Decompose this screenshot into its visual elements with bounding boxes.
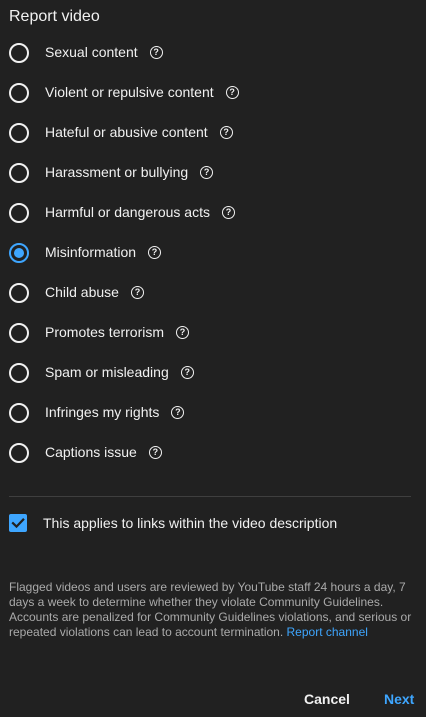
option-infringes-rights[interactable]: Infringes my rights ? bbox=[0, 393, 426, 433]
option-label: Harassment or bullying bbox=[45, 164, 189, 180]
help-icon[interactable]: ? bbox=[225, 85, 239, 99]
report-video-dialog: Report video Sexual content ? Violent or… bbox=[0, 0, 426, 717]
radio-button[interactable] bbox=[9, 163, 29, 183]
divider bbox=[9, 496, 411, 497]
radio-button[interactable] bbox=[9, 243, 29, 263]
help-icon[interactable]: ? bbox=[180, 365, 194, 379]
option-captions-issue[interactable]: Captions issue ? bbox=[0, 433, 426, 473]
option-label: Misinformation bbox=[45, 244, 137, 260]
option-hateful-content[interactable]: Hateful or abusive content ? bbox=[0, 113, 426, 153]
option-terrorism[interactable]: Promotes terrorism ? bbox=[0, 313, 426, 353]
checkbox[interactable] bbox=[9, 514, 27, 532]
dialog-title: Report video bbox=[9, 8, 100, 25]
option-label: Harmful or dangerous acts bbox=[45, 204, 210, 220]
help-icon[interactable]: ? bbox=[148, 445, 162, 459]
checkbox-label: This applies to links within the video d… bbox=[43, 515, 338, 531]
radio-button[interactable] bbox=[9, 323, 29, 343]
links-checkbox-row[interactable]: This applies to links within the video d… bbox=[9, 513, 337, 533]
help-icon[interactable]: ? bbox=[176, 325, 190, 339]
option-harmful-acts[interactable]: Harmful or dangerous acts ? bbox=[0, 193, 426, 233]
option-label: Spam or misleading bbox=[45, 364, 169, 380]
next-button[interactable]: Next bbox=[384, 690, 414, 708]
radio-button[interactable] bbox=[9, 403, 29, 423]
report-channel-link[interactable]: Report channel bbox=[287, 625, 368, 639]
option-label: Sexual content bbox=[45, 44, 138, 60]
radio-button[interactable] bbox=[9, 283, 29, 303]
help-icon[interactable]: ? bbox=[200, 165, 214, 179]
radio-button[interactable] bbox=[9, 83, 29, 103]
option-sexual-content[interactable]: Sexual content ? bbox=[0, 33, 426, 73]
option-spam[interactable]: Spam or misleading ? bbox=[0, 353, 426, 393]
help-icon[interactable]: ? bbox=[130, 285, 144, 299]
disclaimer-text: Flagged videos and users are reviewed by… bbox=[9, 580, 417, 640]
option-label: Hateful or abusive content bbox=[45, 124, 208, 140]
help-icon[interactable]: ? bbox=[219, 125, 233, 139]
radio-button[interactable] bbox=[9, 363, 29, 383]
option-label: Child abuse bbox=[45, 284, 119, 300]
option-child-abuse[interactable]: Child abuse ? bbox=[0, 273, 426, 313]
radio-button[interactable] bbox=[9, 443, 29, 463]
radio-button[interactable] bbox=[9, 43, 29, 63]
radio-button[interactable] bbox=[9, 123, 29, 143]
option-misinformation[interactable]: Misinformation ? bbox=[0, 233, 426, 273]
option-violent-content[interactable]: Violent or repulsive content ? bbox=[0, 73, 426, 113]
checkmark-icon bbox=[11, 518, 25, 529]
cancel-button[interactable]: Cancel bbox=[304, 690, 350, 708]
help-icon[interactable]: ? bbox=[221, 205, 235, 219]
help-icon[interactable]: ? bbox=[148, 245, 162, 259]
radio-button[interactable] bbox=[9, 203, 29, 223]
option-label: Violent or repulsive content bbox=[45, 84, 214, 100]
help-icon[interactable]: ? bbox=[171, 405, 185, 419]
option-label: Captions issue bbox=[45, 444, 137, 460]
option-label: Infringes my rights bbox=[45, 404, 160, 420]
help-icon[interactable]: ? bbox=[149, 45, 163, 59]
option-harassment[interactable]: Harassment or bullying ? bbox=[0, 153, 426, 193]
report-reason-list: Sexual content ? Violent or repulsive co… bbox=[0, 33, 426, 473]
option-label: Promotes terrorism bbox=[45, 324, 165, 340]
